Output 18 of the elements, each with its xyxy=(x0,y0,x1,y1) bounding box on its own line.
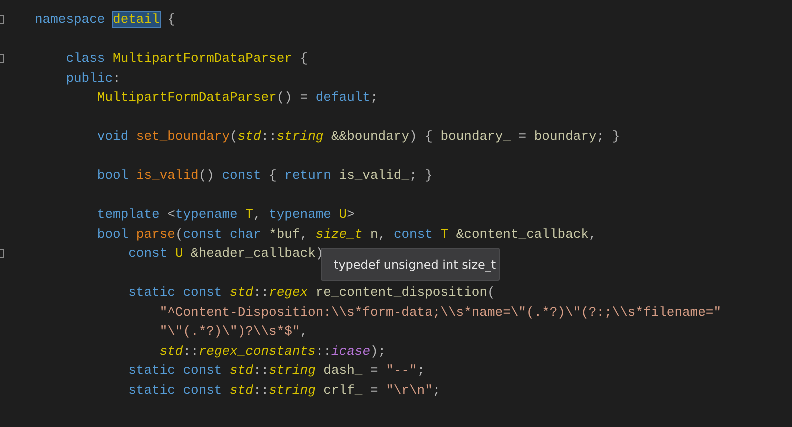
code-line: namespace detail { xyxy=(35,11,176,29)
tooltip: typedef unsigned int size_t xyxy=(321,248,500,281)
code-line: "\"(.*?)\")?\\s*$", xyxy=(158,323,308,341)
code-line: static const std::regex re_content_disposition( xyxy=(128,284,496,302)
code-line: template <typename T, typename U> xyxy=(96,206,355,224)
code-line: "^Content-Disposition:\\s*form-data;\\s*name=\"(.*?)\"(?:;\\s*filename=" xyxy=(158,304,722,322)
code-line: bool is_valid() const { return is_valid_; } xyxy=(96,167,433,185)
fold-marker-icon[interactable] xyxy=(0,249,4,258)
code-line: public: xyxy=(65,70,121,88)
code-line: bool parse(const char *buf, size_t n, const T &content_callback, xyxy=(96,226,597,244)
fold-marker-icon[interactable] xyxy=(0,15,4,24)
code-line: std::regex_constants::icase); xyxy=(158,342,386,360)
code-line: static const std::string crlf_ = "\r\n"; xyxy=(128,382,441,400)
code-line: class MultipartFormDataParser { xyxy=(65,50,308,68)
code-line: void set_boundary(std::string &&boundary) { boundary_ = boundary; } xyxy=(96,128,620,146)
code-line: static const std::string dash_ = "--"; xyxy=(128,362,426,380)
code-line: MultipartFormDataParser() = default; xyxy=(96,89,378,107)
fold-marker-icon[interactable] xyxy=(0,54,4,64)
